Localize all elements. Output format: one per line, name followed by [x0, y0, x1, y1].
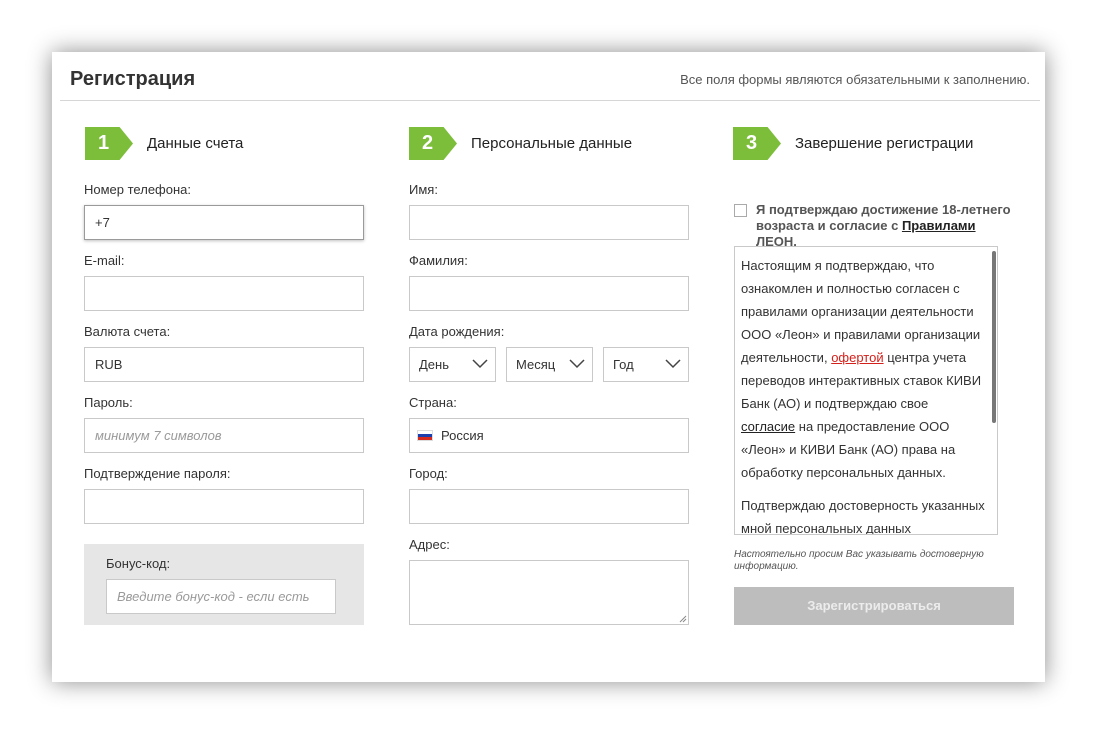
bonus-code-box: Бонус-код: Введите бонус-код - если есть: [84, 544, 364, 625]
form-header: Регистрация Все поля формы являются обяз…: [60, 52, 1040, 101]
birth-month-value: Месяц: [516, 357, 556, 372]
terms-text-box[interactable]: Настоящим я подтверждаю, что ознакомлен …: [734, 246, 998, 535]
bonus-placeholder: Введите бонус-код - если есть: [117, 589, 310, 604]
city-input[interactable]: [409, 489, 689, 524]
step-3-title: Завершение регистрации: [795, 135, 974, 152]
chevron-down-icon: [472, 359, 488, 369]
birth-date-label: Дата рождения:: [409, 324, 505, 339]
country-value: Россия: [441, 428, 484, 443]
last-name-label: Фамилия:: [409, 253, 468, 268]
registration-card: Регистрация Все поля формы являются обяз…: [52, 52, 1045, 682]
currency-label: Валюта счета:: [84, 324, 171, 339]
birth-year-value: Год: [613, 357, 634, 372]
step-3-badge: 3: [733, 127, 781, 160]
resize-handle-icon[interactable]: [679, 615, 687, 623]
terms-paragraph-2: Подтверждаю достоверность указанных мной…: [741, 498, 985, 535]
required-note: Все поля формы являются обязательными к …: [680, 72, 1030, 87]
password-label: Пароль:: [84, 395, 133, 410]
email-input[interactable]: [84, 276, 364, 311]
terms-scrollbar[interactable]: [992, 251, 996, 423]
country-label: Страна:: [409, 395, 457, 410]
step-2-title: Персональные данные: [471, 135, 633, 152]
chevron-down-icon: [665, 359, 681, 369]
bonus-code-input[interactable]: Введите бонус-код - если есть: [106, 579, 336, 614]
currency-select[interactable]: RUB: [84, 347, 364, 382]
age-confirm-checkbox[interactable]: [734, 204, 747, 217]
birth-day-select[interactable]: День: [409, 347, 496, 382]
step-1-badge: 1: [85, 127, 133, 160]
step-2-badge: 2: [409, 127, 457, 160]
password-input[interactable]: минимум 7 символов: [84, 418, 364, 453]
age-confirm-label: Я подтверждаю достижение 18-летнего возр…: [756, 202, 1016, 250]
page-title: Регистрация: [70, 68, 196, 90]
birth-year-select[interactable]: Год: [603, 347, 689, 382]
offer-link[interactable]: офертой: [831, 350, 883, 365]
bonus-label: Бонус-код:: [106, 556, 171, 571]
birth-month-select[interactable]: Месяц: [506, 347, 593, 382]
first-name-input[interactable]: [409, 205, 689, 240]
russia-flag-icon: [417, 430, 433, 441]
first-name-label: Имя:: [409, 182, 438, 197]
address-textarea[interactable]: [409, 560, 689, 625]
terms-paragraph-1: Настоящим я подтверждаю, что ознакомлен …: [741, 254, 985, 484]
password-placeholder: минимум 7 символов: [95, 428, 222, 443]
address-label: Адрес:: [409, 537, 450, 552]
last-name-input[interactable]: [409, 276, 689, 311]
city-label: Город:: [409, 466, 448, 481]
password-confirm-input[interactable]: [84, 489, 364, 524]
country-select[interactable]: Россия: [409, 418, 689, 453]
rules-link[interactable]: Правилами: [902, 218, 976, 233]
terms-text-a: Настоящим я подтверждаю, что ознакомлен …: [741, 258, 981, 365]
chevron-down-icon: [569, 359, 585, 369]
register-button[interactable]: Зарегистрироваться: [734, 587, 1014, 625]
phone-label: Номер телефона:: [84, 182, 191, 197]
phone-input[interactable]: +7: [84, 205, 364, 240]
currency-value: RUB: [95, 357, 123, 372]
accuracy-hint: Настоятельно просим Вас указывать достов…: [734, 549, 984, 572]
step-1-title: Данные счета: [147, 135, 244, 152]
phone-value: +7: [95, 215, 110, 230]
password-confirm-label: Подтверждение пароля:: [84, 466, 231, 481]
consent-link[interactable]: согласие: [741, 419, 795, 434]
email-label: E-mail:: [84, 253, 125, 268]
birth-day-value: День: [419, 357, 449, 372]
